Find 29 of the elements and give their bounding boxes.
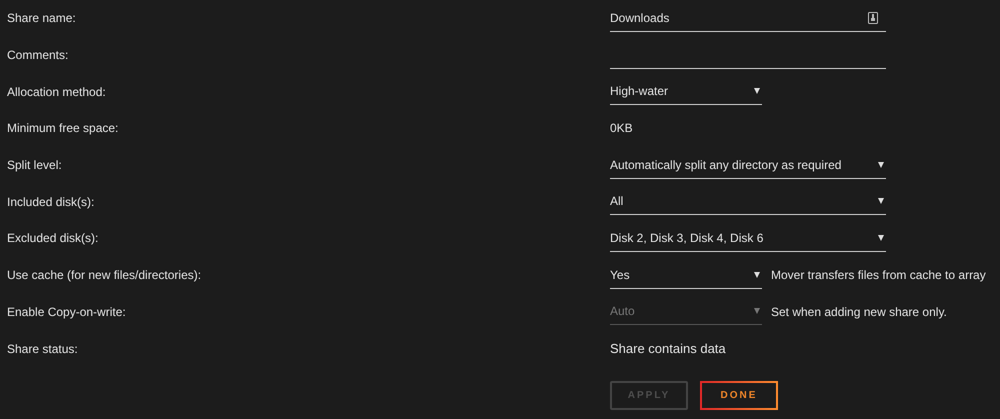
caret-icon: [754, 88, 760, 94]
field-label: Comments:: [7, 48, 70, 62]
field-label: Included disk(s):: [7, 194, 96, 209]
field-label: Split level:: [7, 158, 63, 172]
text-field[interactable]: Downloads: [610, 4, 886, 32]
dropdown[interactable]: Automatically split any directory as required: [610, 152, 886, 179]
field-label: Excluded disk(s):: [7, 231, 100, 246]
action-button[interactable]: DONE: [700, 380, 778, 410]
field-label: Use cache (for new files/directories):: [7, 268, 202, 282]
dropdown[interactable]: Disk 2, Disk 3, Disk 4, Disk 6: [610, 224, 886, 252]
field-label: Minimum free space:: [7, 121, 120, 136]
field-label: Enable Copy-on-write:: [7, 304, 127, 319]
hint-text: Set when adding new share only.: [771, 304, 947, 319]
caret-icon: [754, 272, 760, 278]
caret-icon: [878, 198, 884, 204]
caret-icon: [754, 308, 760, 314]
caret-icon: [878, 234, 884, 241]
status-text: Share contains data: [610, 340, 726, 358]
dropdown[interactable]: Yes: [610, 262, 762, 289]
field-label: Share name:: [7, 11, 77, 26]
field-label: Allocation method:: [7, 84, 107, 99]
dropdown[interactable]: All: [610, 188, 886, 216]
hint-text: Mover transfers files from cache to array: [771, 268, 986, 282]
value-field[interactable]: 0KB: [610, 114, 633, 142]
caret-icon: [878, 162, 884, 168]
document-icon[interactable]: [868, 12, 878, 24]
dropdown[interactable]: High-water: [610, 78, 762, 106]
field-label: Share status:: [7, 342, 79, 356]
field-value: Downloads: [610, 10, 670, 25]
